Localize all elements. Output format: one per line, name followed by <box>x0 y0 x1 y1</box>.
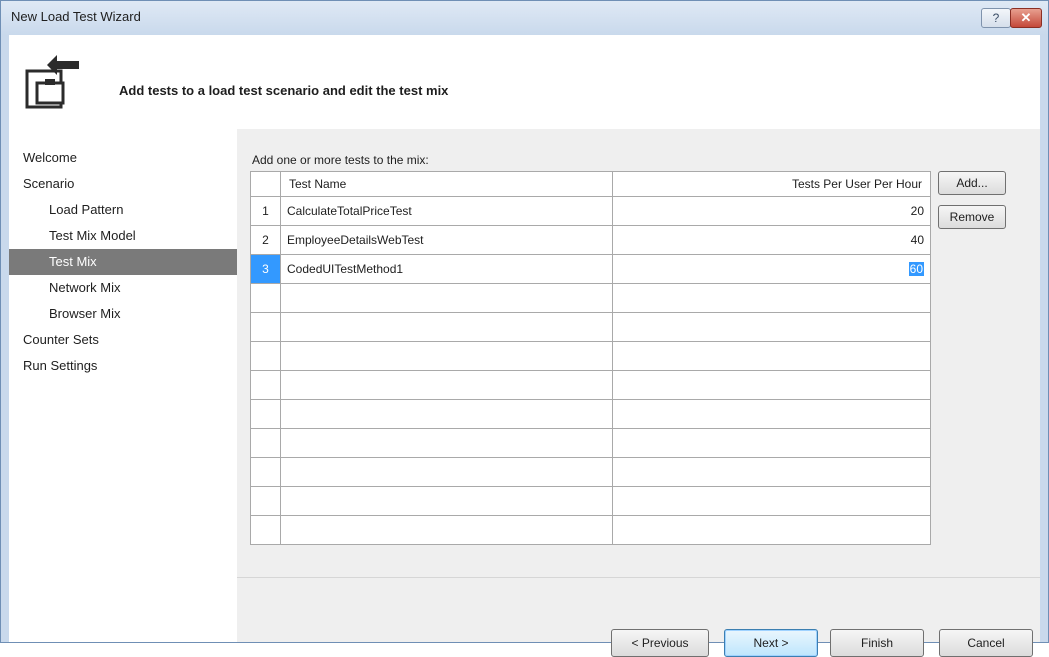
column-header-tests-per-user-per-hour[interactable]: Tests Per User Per Hour <box>612 171 931 197</box>
nav-item-load-pattern[interactable]: Load Pattern <box>9 197 237 223</box>
table-row[interactable]: 2 EmployeeDetailsWebTest 40 <box>250 225 931 255</box>
wizard-content: Add tests to a load test scenario and ed… <box>9 35 1040 657</box>
table-row[interactable]: 1 CalculateTotalPriceTest 20 <box>250 196 931 226</box>
empty-row[interactable] <box>250 370 931 400</box>
nav-item-test-mix[interactable]: Test Mix <box>9 249 237 275</box>
row-number[interactable]: 2 <box>250 225 281 255</box>
empty-row[interactable] <box>250 283 931 313</box>
window-frame-left <box>1 35 9 642</box>
empty-row[interactable] <box>250 457 931 487</box>
grid-header-row: Test Name Tests Per User Per Hour <box>250 171 931 197</box>
table-row-selected[interactable]: 3 CodedUITestMethod1 60 <box>250 254 931 284</box>
next-button[interactable]: Next > <box>724 629 818 657</box>
window-frame-right <box>1040 35 1048 642</box>
rate-edit-selection[interactable]: 60 <box>908 262 924 276</box>
empty-row[interactable] <box>250 486 931 516</box>
close-button[interactable]: ✕ <box>1010 8 1042 28</box>
title-bar[interactable]: New Load Test Wizard ? ✕ <box>1 1 1048 35</box>
empty-row[interactable] <box>250 399 931 429</box>
row-number[interactable]: 1 <box>250 196 281 226</box>
header-title: Add tests to a load test scenario and ed… <box>119 83 449 98</box>
add-test-button[interactable]: Add... <box>938 171 1006 195</box>
wizard-step-nav: Welcome Scenario Load Pattern Test Mix M… <box>9 145 237 379</box>
help-button[interactable]: ? <box>981 8 1011 28</box>
nav-item-run-settings[interactable]: Run Settings <box>9 353 237 379</box>
test-name-cell[interactable]: EmployeeDetailsWebTest <box>280 225 613 255</box>
test-mix-panel: Add one or more tests to the mix: Test N… <box>237 129 1040 657</box>
cancel-button[interactable]: Cancel <box>939 629 1033 657</box>
nav-item-browser-mix[interactable]: Browser Mix <box>9 301 237 327</box>
load-test-wizard-icon <box>25 55 79 109</box>
rate-cell[interactable]: 40 <box>612 225 931 255</box>
nav-item-test-mix-model[interactable]: Test Mix Model <box>9 223 237 249</box>
empty-row[interactable] <box>250 341 931 371</box>
empty-row[interactable] <box>250 312 931 342</box>
remove-test-button[interactable]: Remove <box>938 205 1006 229</box>
wizard-window: New Load Test Wizard ? ✕ Add tests to a … <box>0 0 1049 657</box>
column-header-test-name[interactable]: Test Name <box>280 171 613 197</box>
finish-button[interactable]: Finish <box>830 629 924 657</box>
footer-divider <box>237 577 1040 578</box>
test-name-cell[interactable]: CalculateTotalPriceTest <box>280 196 613 226</box>
rate-cell[interactable]: 20 <box>612 196 931 226</box>
window-title: New Load Test Wizard <box>11 9 141 24</box>
test-name-cell[interactable]: CodedUITestMethod1 <box>280 254 613 284</box>
empty-row[interactable] <box>250 515 931 545</box>
previous-button[interactable]: < Previous <box>611 629 709 657</box>
row-number[interactable]: 3 <box>250 254 281 284</box>
row-number-header <box>250 171 281 197</box>
nav-item-counter-sets[interactable]: Counter Sets <box>9 327 237 353</box>
nav-item-welcome[interactable]: Welcome <box>9 145 237 171</box>
nav-item-network-mix[interactable]: Network Mix <box>9 275 237 301</box>
rate-cell-editing[interactable]: 60 <box>612 254 931 284</box>
test-mix-grid[interactable]: Test Name Tests Per User Per Hour 1 Calc… <box>250 171 931 545</box>
nav-item-scenario[interactable]: Scenario <box>9 171 237 197</box>
mix-instructions: Add one or more tests to the mix: <box>252 153 429 167</box>
empty-row[interactable] <box>250 428 931 458</box>
